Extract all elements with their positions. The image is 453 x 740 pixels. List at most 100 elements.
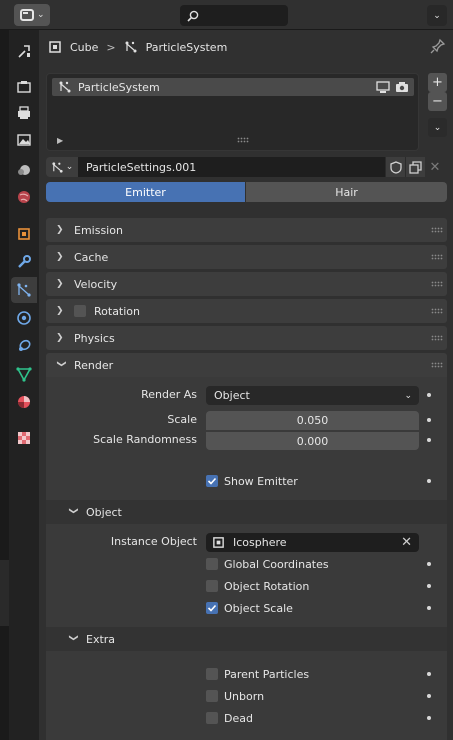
chevron-down-icon: ❯ <box>68 507 78 515</box>
panel-cache[interactable]: ❯ Cache <box>46 245 447 269</box>
expand-play-icon[interactable]: ▶ <box>57 136 63 145</box>
tab-texture[interactable] <box>11 425 37 451</box>
list-item[interactable]: ParticleSystem <box>52 78 414 96</box>
tab-world[interactable] <box>11 184 37 210</box>
tab-physics[interactable] <box>11 305 37 331</box>
object-rotation-toggle[interactable]: Object Rotation <box>206 577 309 595</box>
texture-icon <box>18 432 30 444</box>
scale-randomness-field[interactable]: 0.000 <box>206 431 419 450</box>
search-input[interactable] <box>180 5 288 26</box>
keyframe-dot[interactable] <box>427 584 431 588</box>
tab-scene[interactable] <box>11 157 37 183</box>
drag-grip-icon[interactable] <box>431 227 443 233</box>
chevron-down-icon: ⌄ <box>37 10 45 20</box>
scrollbar[interactable] <box>0 560 9 626</box>
object-scale-toggle[interactable]: Object Scale <box>206 599 293 617</box>
keyframe-dot[interactable] <box>427 716 431 720</box>
camera-icon[interactable] <box>395 81 409 93</box>
dead-toggle[interactable]: Dead <box>206 709 253 727</box>
tab-tool[interactable] <box>11 38 37 64</box>
keyframe-dot[interactable] <box>427 672 431 676</box>
duplicate-button[interactable] <box>405 157 425 177</box>
subpanel-object[interactable]: ❯ Object <box>46 500 447 524</box>
left-edge <box>0 30 9 740</box>
tab-data[interactable] <box>11 361 37 387</box>
chevron-down-icon: ⌄ <box>433 122 442 133</box>
unborn-toggle[interactable]: Unborn <box>206 687 264 705</box>
show-emitter-toggle[interactable]: Show Emitter <box>206 472 298 490</box>
show-emitter-checkbox[interactable] <box>206 475 218 487</box>
panel-rotation[interactable]: ❯ Rotation <box>46 299 447 323</box>
parent-particles-checkbox[interactable] <box>206 668 218 680</box>
particles-icon <box>125 41 137 53</box>
remove-button[interactable]: − <box>428 92 447 111</box>
panel-title: Cache <box>74 250 109 264</box>
scale-field[interactable]: 0.050 <box>206 411 419 430</box>
tab-emitter[interactable]: Emitter <box>46 182 245 202</box>
tab-constraints[interactable] <box>11 333 37 359</box>
drag-grip-icon[interactable] <box>431 362 443 368</box>
keyframe-dot[interactable] <box>427 393 431 397</box>
tab-view-layer[interactable] <box>11 127 37 153</box>
instance-object-field[interactable]: Icosphere ✕ <box>206 533 419 552</box>
search-icon <box>187 10 199 22</box>
drag-grip-icon[interactable] <box>431 254 443 260</box>
options-dropdown-button[interactable]: ⌄ <box>427 5 447 26</box>
tab-object[interactable] <box>11 221 37 247</box>
dead-checkbox[interactable] <box>206 712 218 724</box>
printer-icon <box>18 106 30 119</box>
chevron-right-icon: ❯ <box>56 306 64 316</box>
keyframe-dot[interactable] <box>427 606 431 610</box>
drag-grip-icon[interactable] <box>431 308 443 314</box>
keyframe-dot[interactable] <box>427 562 431 566</box>
tab-material[interactable] <box>11 389 37 415</box>
shield-icon <box>389 160 402 174</box>
fake-user-button[interactable] <box>385 157 405 177</box>
render-as-dropdown[interactable]: Object ⌄ <box>206 386 419 405</box>
settings-name-field[interactable]: ParticleSettings.001 <box>78 157 385 177</box>
chevron-down-icon: ⌄ <box>404 390 412 401</box>
panel-physics[interactable]: ❯ Physics <box>46 326 447 350</box>
subpanel-title: Extra <box>86 632 116 646</box>
add-button[interactable]: + <box>428 73 447 92</box>
keyframe-dot[interactable] <box>427 418 431 422</box>
parent-particles-toggle[interactable]: Parent Particles <box>206 665 309 683</box>
object-scale-checkbox[interactable] <box>206 602 218 614</box>
tab-particles[interactable] <box>11 277 37 303</box>
drag-grip-icon[interactable] <box>431 281 443 287</box>
editor-type-button[interactable]: ⌄ <box>14 4 50 26</box>
panel-render[interactable]: ❯ Render <box>46 353 447 377</box>
keyframe-dot[interactable] <box>427 694 431 698</box>
object-rotation-checkbox[interactable] <box>206 580 218 592</box>
unlink-close-icon[interactable]: ✕ <box>425 157 445 177</box>
tool-icon <box>18 45 30 58</box>
render-as-value: Object <box>214 389 250 402</box>
settings-browse-button[interactable]: ⌄ <box>46 157 78 177</box>
rotation-checkbox[interactable] <box>74 305 86 317</box>
keyframe-dot[interactable] <box>427 438 431 442</box>
global-coordinates-checkbox[interactable] <box>206 558 218 570</box>
monitor-icon[interactable] <box>376 81 390 93</box>
global-coordinates-toggle[interactable]: Global Coordinates <box>206 555 329 573</box>
tab-output[interactable] <box>11 100 37 126</box>
panel-emission[interactable]: ❯ Emission <box>46 218 447 242</box>
pin-icon[interactable] <box>430 38 446 54</box>
clear-icon[interactable]: ✕ <box>401 535 412 550</box>
unborn-checkbox[interactable] <box>206 690 218 702</box>
properties-editor-icon <box>20 9 34 21</box>
dead-label: Dead <box>224 711 253 725</box>
chevron-down-icon: ❯ <box>68 634 78 642</box>
breadcrumb-object: Cube <box>70 40 99 54</box>
tab-render[interactable] <box>11 73 37 99</box>
tab-modifiers[interactable] <box>11 249 37 275</box>
resize-grip-icon[interactable] <box>237 137 249 143</box>
breadcrumb: Cube > ParticleSystem <box>48 37 227 57</box>
keyframe-dot[interactable] <box>427 479 431 483</box>
object-scale-label: Object Scale <box>224 601 293 615</box>
drag-grip-icon[interactable] <box>431 335 443 341</box>
tab-hair[interactable]: Hair <box>246 182 447 202</box>
panel-velocity[interactable]: ❯ Velocity <box>46 272 447 296</box>
chevron-down-icon: ⌄ <box>65 162 74 172</box>
list-menu-button[interactable]: ⌄ <box>428 118 447 137</box>
subpanel-extra[interactable]: ❯ Extra <box>46 627 447 651</box>
